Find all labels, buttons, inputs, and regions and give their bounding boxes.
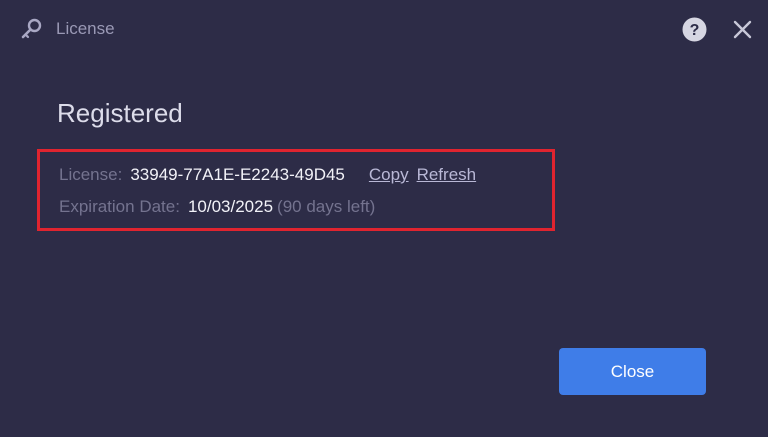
refresh-link[interactable]: Refresh [417, 165, 477, 184]
expiration-row: Expiration Date: 10/03/2025 (90 days left) [59, 197, 375, 217]
license-info-box: License: 33949-77A1E-E2243-49D45 Copy Refre… [37, 149, 555, 231]
days-left: (90 days left) [277, 197, 376, 216]
close-icon[interactable] [732, 19, 753, 40]
license-label: License: [59, 165, 123, 184]
license-key: 33949-77A1E-E2243-49D45 [130, 165, 345, 184]
window-title: License [56, 19, 115, 38]
title-bar: License ? [0, 0, 768, 60]
expiration-date: 10/03/2025 [187, 197, 274, 216]
help-icon[interactable]: ? [682, 17, 707, 42]
key-icon [21, 18, 42, 39]
svg-text:?: ? [690, 22, 700, 39]
expiration-label: Expiration Date: [59, 197, 180, 216]
license-dialog: License ? Registered License: 33949-77A1E… [0, 0, 768, 437]
copy-link[interactable]: Copy [369, 165, 409, 184]
license-row: License: 33949-77A1E-E2243-49D45 Copy Refre… [59, 165, 476, 185]
close-button[interactable]: Close [559, 348, 706, 395]
registration-status: Registered [57, 98, 183, 128]
